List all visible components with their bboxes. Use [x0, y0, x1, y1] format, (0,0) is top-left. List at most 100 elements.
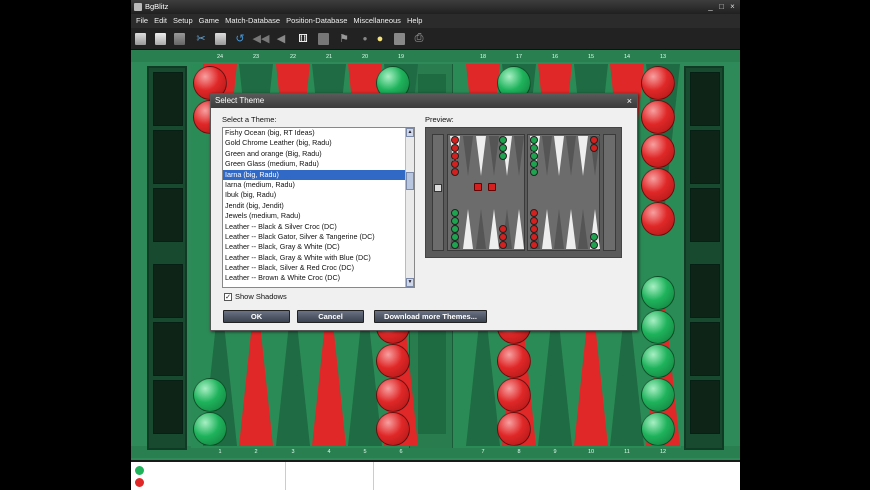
preview-point [514, 136, 524, 176]
theme-list-item[interactable]: Fishy Ocean (big, RT Ideas) [223, 128, 406, 138]
red-checker[interactable] [641, 66, 675, 100]
theme-list-item[interactable]: Jewels (medium, Radu) [223, 211, 406, 221]
menu-help[interactable]: Help [404, 14, 425, 28]
theme-list-scrollbar[interactable]: ▲ ▼ [405, 128, 414, 287]
point-label: 14 [623, 54, 631, 60]
theme-list-item[interactable]: Leather -- Black & Silver Croc (DC) [223, 222, 406, 232]
menu-bar: File Edit Setup Game Match-Database Posi… [131, 14, 740, 28]
minimize-button[interactable]: _ [705, 0, 716, 14]
green-checker[interactable] [641, 276, 675, 310]
theme-list-item[interactable]: Jendit (big, Jendit) [223, 201, 406, 211]
point-label: 22 [289, 54, 297, 60]
preview-point [489, 209, 499, 249]
red-checker[interactable] [641, 134, 675, 168]
dot-icon[interactable]: ● [359, 32, 371, 45]
menu-position-database[interactable]: Position-Database [283, 14, 350, 28]
cancel-button[interactable]: Cancel [297, 310, 364, 323]
preview-red-checker [451, 152, 459, 160]
new-icon[interactable] [135, 33, 146, 45]
tools-icon[interactable]: ✂ [195, 32, 207, 45]
back-icon[interactable]: ◀ [275, 32, 287, 45]
theme-list-item[interactable]: Leather -- Brown & White Croc (DC) [223, 273, 406, 283]
scroll-thumb[interactable] [406, 172, 414, 190]
dice-icon[interactable]: ⚅ [297, 32, 309, 45]
point-label: 15 [587, 54, 595, 60]
sheet-icon[interactable] [394, 33, 405, 45]
red-checker[interactable] [376, 378, 410, 412]
flag-icon[interactable]: ⚑ [338, 32, 350, 45]
theme-list-item[interactable]: Ibuk (big, Radu) [223, 190, 406, 200]
point-label: 24 [216, 54, 224, 60]
preview-green-checker [530, 160, 538, 168]
theme-list-item[interactable]: Gold Chrome Leather (big, Radu) [223, 138, 406, 148]
green-player-indicator [135, 466, 144, 475]
theme-list-item[interactable]: Leather -- Black Gator, Silver & Tangeri… [223, 232, 406, 242]
green-checker[interactable] [641, 310, 675, 344]
red-checker[interactable] [641, 100, 675, 134]
theme-list-item[interactable]: Green and orange (Big, Radu) [223, 149, 406, 159]
point-label: 19 [397, 54, 405, 60]
preview-point [489, 136, 499, 176]
point-label: 16 [551, 54, 559, 60]
scroll-down-button[interactable]: ▼ [406, 278, 414, 287]
download-themes-button[interactable]: Download more Themes... [374, 310, 487, 323]
scroll-up-button[interactable]: ▲ [406, 128, 414, 137]
dialog-close-button[interactable]: × [627, 94, 632, 108]
undo-icon[interactable]: ↺ [234, 32, 246, 45]
green-checker[interactable] [193, 412, 227, 446]
preview-label: Preview: [425, 115, 454, 124]
menu-setup[interactable]: Setup [170, 14, 196, 28]
lightbulb-icon[interactable]: ● [374, 32, 386, 45]
theme-list-item[interactable]: Leather -- Black, Silver & Red Croc (DC) [223, 263, 406, 273]
theme-list-item[interactable]: Green Glass (medium, Radu) [223, 159, 406, 169]
green-checker[interactable] [193, 378, 227, 412]
menu-file[interactable]: File [133, 14, 151, 28]
green-checker[interactable] [641, 378, 675, 412]
open-icon[interactable] [155, 33, 166, 45]
theme-list[interactable]: Fishy Ocean (big, RT Ideas) Gold Chrome L… [222, 127, 415, 288]
menu-game[interactable]: Game [196, 14, 222, 28]
export-icon[interactable] [215, 33, 226, 45]
theme-list-item[interactable]: Iarna (medium, Radu) [223, 180, 406, 190]
red-checker[interactable] [376, 412, 410, 446]
dialog-title: Select Theme [215, 96, 265, 105]
preview-point [476, 209, 486, 249]
preview-red-checker [499, 241, 507, 249]
red-checker[interactable] [641, 202, 675, 236]
theme-list-item[interactable]: Leather -- Black, Gray & White (DC) [223, 242, 406, 252]
theme-list-item[interactable]: Leather -- Black, Gray & White with Blue… [223, 253, 406, 263]
maximize-button[interactable]: □ [716, 0, 727, 14]
close-button[interactable]: × [727, 0, 738, 14]
preview-green-checker [530, 136, 538, 144]
print-icon[interactable]: ⎙ [413, 32, 425, 45]
preview-red-checker [530, 209, 538, 217]
green-checker[interactable] [641, 412, 675, 446]
rewind-icon[interactable]: ◀◀ [253, 32, 270, 45]
right-bearoff-tray[interactable] [684, 66, 724, 450]
red-checker[interactable] [376, 344, 410, 378]
red-checker[interactable] [497, 412, 531, 446]
theme-list-label: Select a Theme: [222, 115, 277, 124]
preview-point [514, 209, 524, 249]
menu-edit[interactable]: Edit [151, 14, 170, 28]
menu-miscellaneous[interactable]: Miscellaneous [350, 14, 404, 28]
green-checker[interactable] [641, 344, 675, 378]
preview-point [542, 209, 552, 249]
preview-green-checker [451, 209, 459, 217]
board-icon[interactable] [318, 33, 329, 45]
ok-button[interactable]: OK [223, 310, 290, 323]
preview-red-checker [590, 144, 598, 152]
show-shadows-checkbox[interactable]: ✓ [224, 292, 232, 301]
show-shadows-option[interactable]: ✓ Show Shadows [224, 292, 287, 301]
preview-right-tray [603, 134, 616, 251]
red-checker[interactable] [641, 168, 675, 202]
red-checker[interactable] [497, 344, 531, 378]
preview-point [463, 136, 473, 176]
toolbar: ✂ ↺ ◀◀ ◀ ⚅ ⚑ ● ● ⎙ [131, 28, 740, 50]
menu-match-database[interactable]: Match-Database [222, 14, 283, 28]
preview-point [463, 209, 473, 249]
save-icon[interactable] [174, 33, 185, 45]
red-checker[interactable] [497, 378, 531, 412]
left-bearoff-tray[interactable] [147, 66, 187, 450]
theme-list-item[interactable]: Iarna (big, Radu) [223, 169, 406, 180]
